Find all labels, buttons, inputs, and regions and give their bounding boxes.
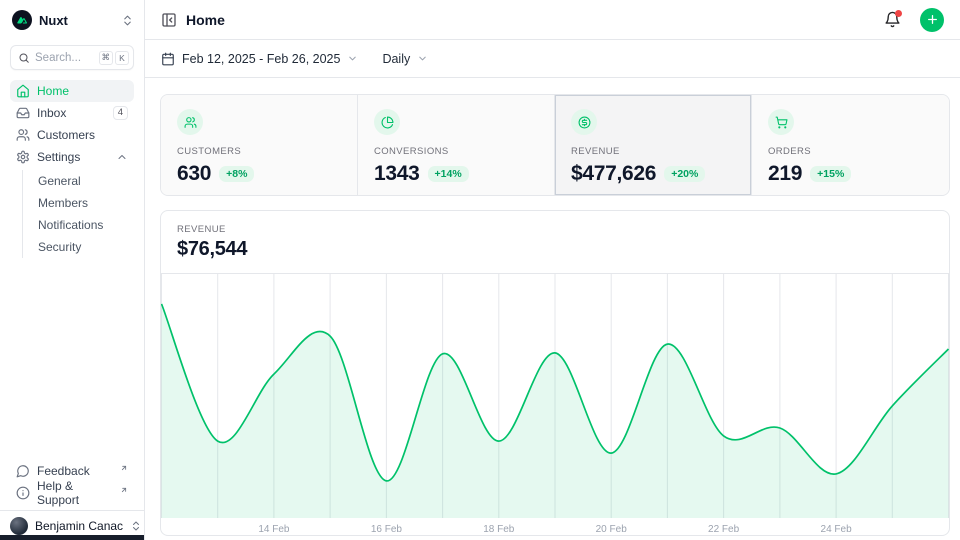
home-icon	[16, 84, 30, 98]
chart-x-axis-labels: 14 Feb 16 Feb 18 Feb 20 Feb 22 Feb 24 Feb	[258, 524, 852, 535]
search-icon	[18, 52, 30, 64]
inbox-count-badge: 4	[113, 106, 128, 120]
chart-header: REVENUE $76,544	[161, 211, 949, 261]
kbd-k: K	[115, 51, 129, 65]
granularity-select[interactable]: Daily	[382, 52, 428, 66]
users-icon	[184, 116, 197, 129]
workspace-switcher[interactable]: Nuxt	[12, 10, 134, 30]
chevron-up-icon	[116, 151, 128, 163]
shopping-cart-icon	[775, 116, 788, 129]
new-item-button[interactable]	[920, 8, 944, 32]
external-link-icon	[120, 486, 128, 494]
stat-label: CUSTOMERS	[177, 146, 343, 157]
sidebar-item-label: Feedback	[37, 464, 112, 478]
chevrons-up-down-icon	[130, 520, 142, 532]
date-range-label: Feb 12, 2025 - Feb 26, 2025	[182, 52, 340, 66]
stat-value: 219	[768, 162, 802, 186]
stats-row: CUSTOMERS 630 +8% CONVERSIONS 1343 +14%	[160, 94, 950, 196]
date-range-picker[interactable]: Feb 12, 2025 - Feb 26, 2025	[161, 52, 358, 66]
stat-value: $477,626	[571, 162, 656, 186]
user-avatar	[10, 517, 28, 535]
sidebar-item-help-support[interactable]: Help & Support	[10, 482, 134, 504]
search-input[interactable]: Search... ⌘ K	[10, 45, 134, 70]
stat-label: REVENUE	[571, 146, 737, 157]
inbox-icon	[16, 106, 30, 120]
chart-metric-value: $76,544	[177, 238, 933, 261]
top-header: Home	[145, 0, 960, 40]
stat-card-orders[interactable]: ORDERS 219 +15%	[752, 95, 949, 195]
svg-text:16 Feb: 16 Feb	[371, 524, 403, 535]
sidebar-item-label: Home	[37, 84, 128, 98]
stat-delta-badge: +15%	[810, 166, 851, 182]
settings-submenu: General Members Notifications Security	[22, 170, 134, 258]
unread-notifications-dot	[895, 10, 902, 17]
notifications-button[interactable]	[882, 10, 902, 30]
search-shortcut: ⌘ K	[99, 51, 130, 65]
svg-text:18 Feb: 18 Feb	[483, 524, 515, 535]
users-icon	[16, 128, 30, 142]
sidebar-item-label: Settings	[37, 150, 109, 164]
svg-text:24 Feb: 24 Feb	[821, 524, 853, 535]
stat-value: 1343	[374, 162, 420, 186]
sidebar-subitem-notifications[interactable]: Notifications	[34, 214, 134, 236]
kbd-cmd: ⌘	[99, 51, 114, 65]
stat-label: CONVERSIONS	[374, 146, 540, 157]
sidebar-item-home[interactable]: Home	[10, 80, 134, 102]
external-link-icon	[120, 464, 128, 472]
sidebar-spacer	[0, 258, 144, 460]
bottom-dark-strip	[0, 535, 144, 540]
svg-text:20 Feb: 20 Feb	[596, 524, 628, 535]
svg-text:14 Feb: 14 Feb	[258, 524, 290, 535]
stat-delta-badge: +14%	[428, 166, 469, 182]
sidebar-item-label: Customers	[37, 128, 128, 142]
stat-card-revenue[interactable]: REVENUE $477,626 +20%	[555, 95, 752, 195]
chart-metric-label: REVENUE	[177, 224, 933, 235]
nuxt-logo-icon	[12, 10, 32, 30]
filters-toolbar: Feb 12, 2025 - Feb 26, 2025 Daily	[145, 40, 960, 78]
sidebar-item-inbox[interactable]: Inbox 4	[10, 102, 134, 124]
granularity-label: Daily	[382, 52, 410, 66]
svg-text:22 Feb: 22 Feb	[708, 524, 740, 535]
revenue-chart-card: REVENUE $76,544 14 Feb 16 Feb 18 Feb 20 Feb…	[160, 210, 950, 536]
page-title: Home	[186, 12, 873, 28]
sidebar-item-label: Help & Support	[37, 479, 112, 507]
sidebar-secondary-nav: Feedback Help & Support	[10, 460, 134, 504]
calendar-icon	[161, 52, 175, 66]
sidebar-subitem-members[interactable]: Members	[34, 192, 134, 214]
sidebar-item-label: Inbox	[37, 106, 106, 120]
sidebar-item-customers[interactable]: Customers	[10, 124, 134, 146]
circle-dollar-icon	[578, 116, 591, 129]
stat-card-customers[interactable]: CUSTOMERS 630 +8%	[161, 95, 358, 195]
sidebar-item-settings[interactable]: Settings	[10, 146, 134, 168]
sidebar: Nuxt Search... ⌘ K Home Inbox 4 Cu	[0, 0, 145, 540]
chevron-down-icon	[347, 53, 358, 64]
gear-icon	[16, 150, 30, 164]
stat-label: ORDERS	[768, 146, 935, 157]
search-placeholder: Search...	[35, 52, 94, 64]
chevron-down-icon	[417, 53, 428, 64]
info-circle-icon	[16, 486, 30, 500]
panel-left-close-icon[interactable]	[161, 12, 177, 28]
stat-card-conversions[interactable]: CONVERSIONS 1343 +14%	[358, 95, 555, 195]
workspace-name: Nuxt	[39, 13, 114, 28]
stat-value: 630	[177, 162, 211, 186]
pie-chart-icon	[381, 116, 394, 129]
plus-icon	[926, 13, 939, 26]
revenue-area-chart: 14 Feb 16 Feb 18 Feb 20 Feb 22 Feb 24 Feb	[161, 273, 949, 536]
stat-delta-badge: +20%	[664, 166, 705, 182]
sidebar-subitem-security[interactable]: Security	[34, 236, 134, 258]
sidebar-nav: Home Inbox 4 Customers Settings General …	[10, 80, 134, 258]
message-circle-icon	[16, 464, 30, 478]
app-root: Nuxt Search... ⌘ K Home Inbox 4 Cu	[0, 0, 960, 540]
page-content: CUSTOMERS 630 +8% CONVERSIONS 1343 +14%	[145, 78, 960, 540]
chevrons-up-down-icon	[121, 14, 134, 27]
user-name: Benjamin Canac	[35, 519, 123, 533]
main-area: Home Feb 12, 2025 - Feb 26, 2025 Daily	[145, 0, 960, 540]
sidebar-subitem-general[interactable]: General	[34, 170, 134, 192]
stat-delta-badge: +8%	[219, 166, 254, 182]
